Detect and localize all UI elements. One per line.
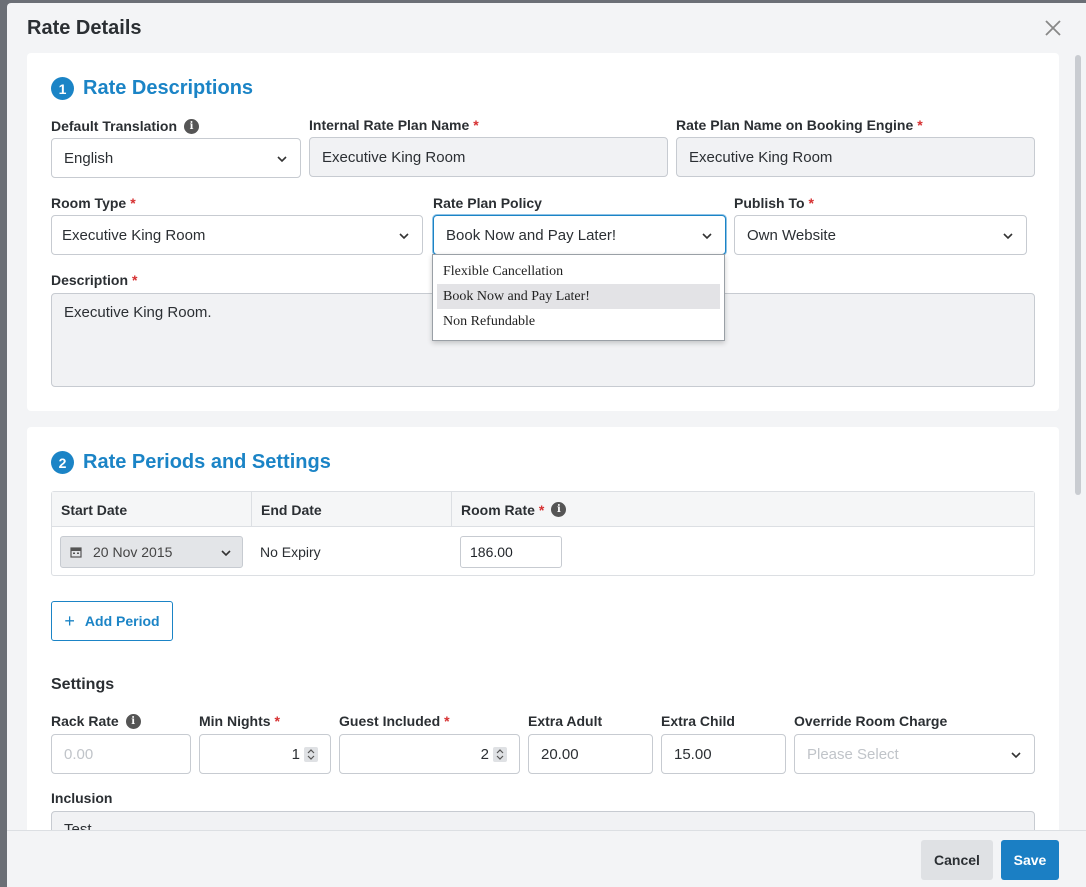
chevron-down-icon (1011, 752, 1021, 759)
rate-periods-card: 2 Rate Periods and Settings Start Date E… (27, 427, 1059, 830)
room-rate-header: Room Rate * i (451, 492, 1034, 527)
settings-title: Settings (51, 676, 115, 693)
section-title: Rate Descriptions (83, 77, 254, 99)
start-date-picker[interactable]: 20 Nov 2015 (60, 536, 243, 568)
info-icon[interactable]: i (184, 118, 200, 134)
info-icon[interactable]: i (125, 713, 141, 729)
rate-descriptions-card: 1 Rate Descriptions Default Translation … (27, 53, 1059, 411)
modal-body[interactable]: 1 Rate Descriptions Default Translation … (7, 53, 1071, 830)
start-date-header: Start Date (61, 501, 128, 518)
guest-included-input[interactable]: 2 (339, 734, 520, 774)
description-label: Description * (51, 272, 138, 288)
extra-child-input[interactable]: 15.00 (661, 734, 786, 774)
internal-name-label: Internal Rate Plan Name * (309, 117, 479, 133)
calendar-icon (70, 547, 82, 558)
plus-icon: + (64, 610, 75, 631)
publish-to-select[interactable]: Own Website (734, 215, 1027, 255)
chevron-down-icon (277, 156, 287, 163)
policy-dropdown-menu: Flexible Cancellation Book Now and Pay L… (432, 254, 725, 341)
scrollbar-thumb[interactable] (1075, 55, 1081, 495)
modal-title: Rate Details (27, 17, 142, 39)
inclusion-label: Inclusion (51, 790, 113, 806)
engine-name-label: Rate Plan Name on Booking Engine * (676, 117, 923, 133)
room-type-select[interactable]: Executive King Room (51, 215, 423, 255)
end-date-value: No Expiry (260, 544, 321, 560)
info-icon[interactable]: i (551, 502, 567, 517)
room-type-label: Room Type * (51, 195, 136, 211)
internal-name-input[interactable]: Executive King Room (309, 137, 668, 177)
rack-rate-label: Rack Rate i (51, 713, 141, 729)
override-charge-select[interactable]: Please Select (794, 734, 1035, 774)
rate-periods-table: Start Date End Date Room Rate * i 20 Nov … (51, 491, 1035, 576)
guest-included-label: Guest Included * (339, 713, 450, 729)
chevron-down-icon (399, 233, 409, 240)
step-badge: 2 (51, 451, 74, 474)
stepper-icon[interactable] (304, 747, 318, 762)
cancel-button[interactable]: Cancel (921, 840, 993, 880)
override-charge-label: Override Room Charge (794, 713, 948, 729)
section-header: 1 Rate Descriptions (51, 77, 253, 100)
min-nights-input[interactable]: 1 (199, 734, 331, 774)
modal-footer: Cancel Save (7, 830, 1086, 887)
min-nights-label: Min Nights * (199, 713, 280, 729)
step-badge: 1 (51, 77, 74, 100)
publish-to-label: Publish To * (734, 195, 814, 211)
chevron-down-icon (1003, 233, 1013, 240)
stepper-icon[interactable] (493, 747, 507, 762)
extra-child-label: Extra Child (661, 713, 735, 729)
default-translation-label: Default Translation i (51, 118, 200, 134)
modal-header: Rate Details (7, 3, 1086, 53)
inclusion-textarea[interactable]: Test (51, 811, 1035, 830)
close-icon[interactable] (1042, 17, 1064, 39)
section-title: Rate Periods and Settings (83, 451, 331, 473)
chevron-down-icon (702, 233, 712, 240)
rate-details-modal: Rate Details 1 Rate Descriptions Default… (7, 3, 1086, 887)
rack-rate-input: 0.00 (51, 734, 191, 774)
save-button[interactable]: Save (1001, 840, 1059, 880)
scrollbar[interactable] (1071, 53, 1086, 830)
table-header: Start Date End Date Room Rate * i (52, 492, 1034, 527)
extra-adult-input[interactable]: 20.00 (528, 734, 653, 774)
policy-option-pay-later[interactable]: Book Now and Pay Later! (437, 284, 720, 309)
default-translation-select[interactable]: English (51, 138, 301, 178)
end-date-header: End Date (251, 492, 451, 527)
room-rate-input[interactable]: 186.00 (460, 536, 562, 568)
extra-adult-label: Extra Adult (528, 713, 603, 729)
policy-option-non-refundable[interactable]: Non Refundable (437, 309, 720, 334)
policy-label: Rate Plan Policy (433, 195, 542, 211)
section-header: 2 Rate Periods and Settings (51, 451, 331, 474)
add-period-button[interactable]: + Add Period (51, 601, 173, 641)
engine-name-input[interactable]: Executive King Room (676, 137, 1035, 177)
policy-option-flexible[interactable]: Flexible Cancellation (437, 259, 720, 284)
chevron-down-icon (221, 550, 231, 557)
policy-select[interactable]: Book Now and Pay Later! (433, 215, 726, 255)
